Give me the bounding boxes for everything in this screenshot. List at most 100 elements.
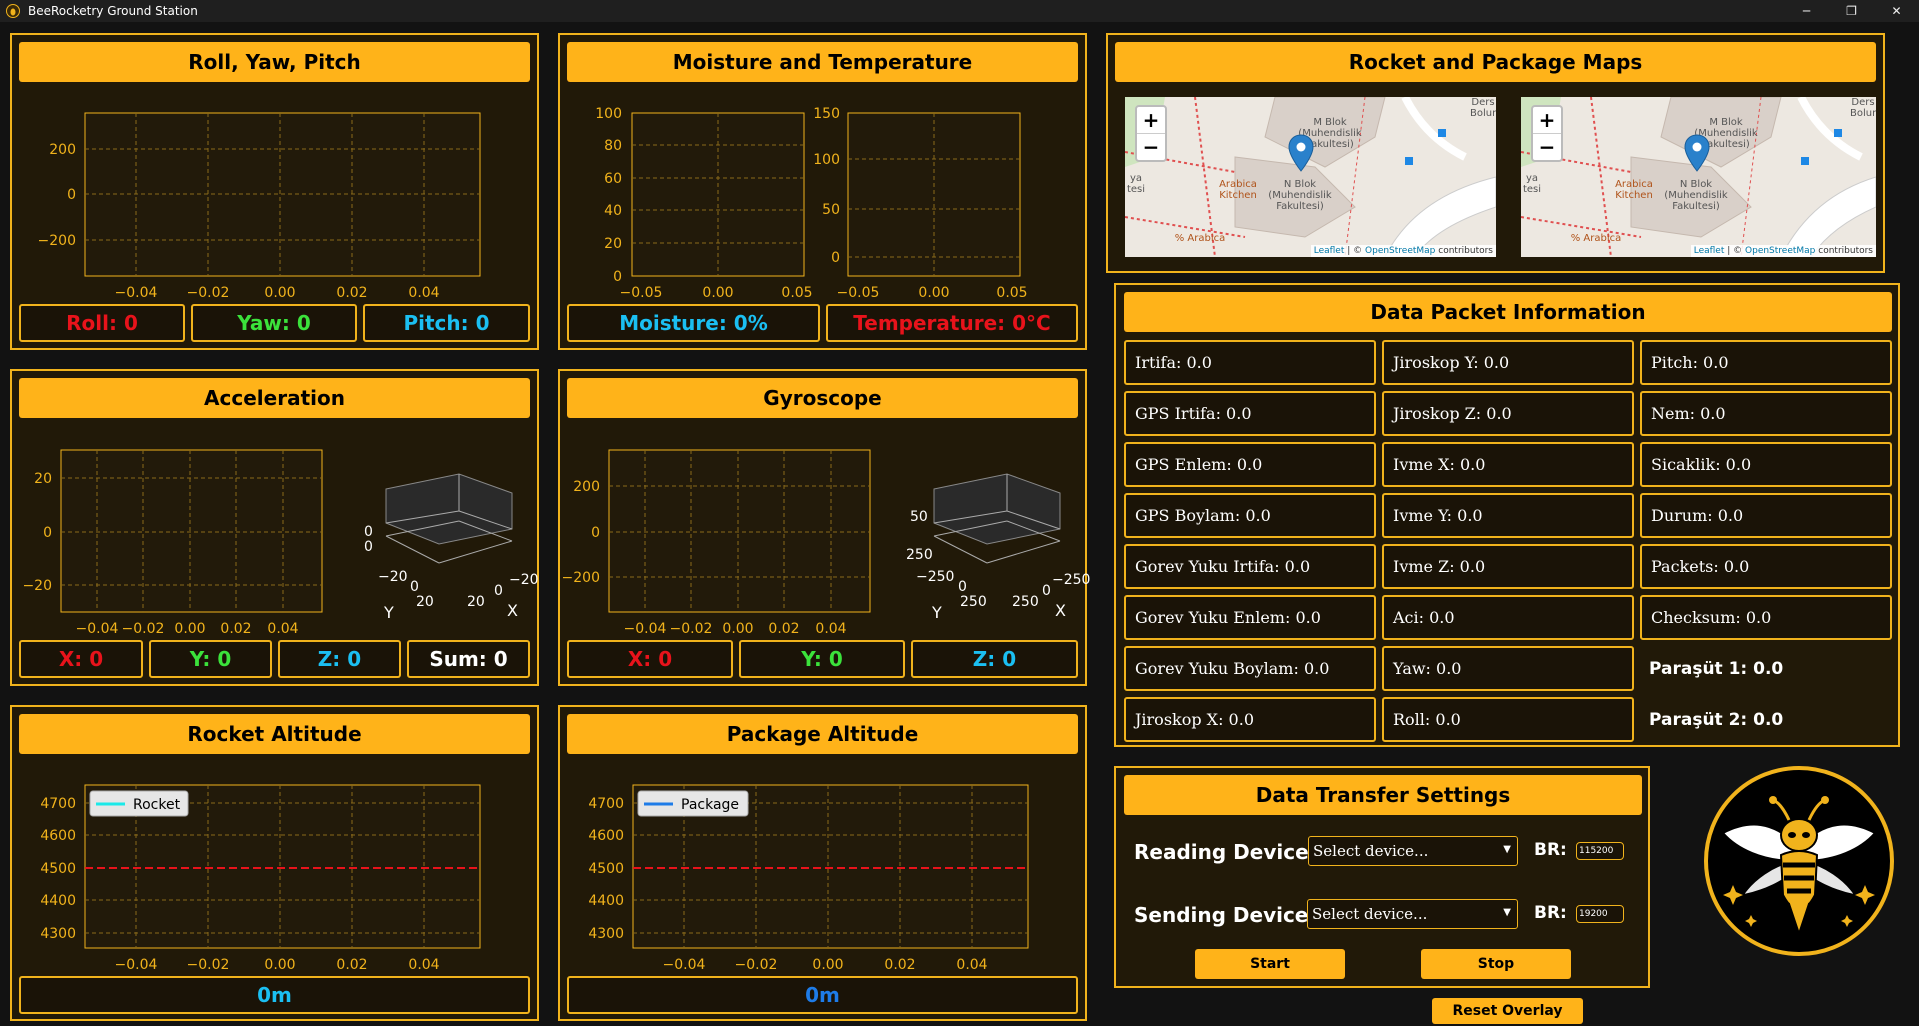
acceleration-xtick: −0.04 [76, 621, 119, 637]
temperature-xtick: 0.05 [996, 285, 1027, 301]
reading-br-input[interactable]: 115200 [1576, 842, 1624, 860]
packet-title: Data Packet Information [1124, 292, 1892, 332]
rpy-xtick: 0.00 [264, 285, 295, 301]
reading-device-label: Reading Device: [1134, 840, 1317, 864]
gyroscope-ytick: −200 [562, 570, 600, 586]
moisture-ytick: 80 [604, 138, 622, 154]
package-altitude-ytick: 4500 [588, 861, 624, 877]
rocket-map-label-nblok: N Blok (Muhendislik Fakultesi) [1268, 179, 1332, 212]
rocket-map-label-arabica: % Arabica [1174, 233, 1226, 244]
close-button[interactable]: ✕ [1874, 0, 1919, 22]
sending-device-select[interactable]: Select device... ▼ [1307, 899, 1518, 929]
gyro-z-value: Z: 0 [911, 640, 1078, 678]
package-map-zoom-out-button[interactable]: − [1533, 134, 1561, 160]
sending-br-label: BR: [1534, 903, 1567, 923]
accel-z-value: Z: 0 [278, 640, 401, 678]
gyroscope-xtick: −0.02 [670, 621, 713, 637]
packet-aci: Aci: 0.0 [1382, 595, 1634, 640]
packet-panel: Data Packet Information Irtifa: 0.0 GPS … [1114, 283, 1900, 747]
gyro-y-value: Y: 0 [739, 640, 905, 678]
rocket-map-attribution-tail: contributors [1435, 246, 1493, 256]
package-map-leaflet-link[interactable]: Leaflet [1694, 246, 1725, 256]
start-button[interactable]: Start [1195, 949, 1345, 979]
yaw-value: Yaw: 0 [191, 304, 357, 342]
moisture-panel: Moisture and Temperature 100 80 60 40 20… [558, 33, 1087, 350]
package-altitude-xtick: 0.02 [884, 957, 915, 973]
maximize-button[interactable]: ❐ [1829, 0, 1874, 22]
packet-irtifa: Irtifa: 0.0 [1124, 340, 1376, 385]
transfer-title: Data Transfer Settings [1124, 775, 1642, 815]
rocket-map-label-ders: Ders Bolum [1470, 97, 1496, 119]
moisture-ytick: 20 [604, 236, 622, 252]
rocket-altitude-panel: Rocket Altitude Rocket 4700 4600 4500 44… [10, 705, 539, 1021]
rocket-altitude-xtick: −0.02 [187, 957, 230, 973]
acceleration-3d-tick: 20 [416, 594, 434, 610]
package-map[interactable]: M Blok (Muhendislik Fakultesi) N Blok (M… [1521, 97, 1876, 257]
rocket-map-zoom-out-button[interactable]: − [1137, 134, 1165, 160]
package-altitude-xtick: 0.04 [956, 957, 987, 973]
package-map-zoom-in-button[interactable]: + [1533, 107, 1561, 134]
package-altitude-ytick: 4700 [588, 796, 624, 812]
rpy-xtick: 0.02 [336, 285, 367, 301]
rpy-ytick: 0 [67, 187, 76, 203]
temperature-value: Temperature: 0°C [826, 304, 1078, 342]
gyroscope-3d-tick: 0 [1042, 583, 1051, 599]
acceleration-3d-tick: 0 [494, 583, 503, 599]
rocket-map-attribution-sep: | © [1344, 246, 1366, 256]
rocket-map[interactable]: M Blok (Muhendislik Fakultesi) N Blok (M… [1125, 97, 1496, 257]
chevron-down-icon: ▼ [1503, 907, 1511, 918]
gyroscope-panel: Gyroscope 200 0 −200 −0.04 −0.02 0.00 0.… [558, 369, 1090, 686]
accel-x-value: X: 0 [19, 640, 143, 678]
packet-sicaklik: Sicaklik: 0.0 [1640, 442, 1892, 487]
rocket-map-attribution: Leaflet | © OpenStreetMap contributors [1310, 245, 1496, 257]
packet-jiroskop-z: Jiroskop Z: 0.0 [1382, 391, 1634, 436]
gyroscope-3d-tick: −250 [1052, 572, 1090, 588]
acceleration-3d-tick: −20 [378, 569, 408, 585]
acceleration-3d-tick: 0 [364, 539, 373, 555]
gyroscope-3d-tick: 50 [910, 509, 928, 525]
sending-device-select-value: Select device... [1312, 905, 1428, 923]
app-icon [6, 4, 20, 18]
package-map-osm-link[interactable]: OpenStreetMap [1745, 246, 1815, 256]
moisture-value: Moisture: 0% [567, 304, 820, 342]
temperature-ytick: 100 [813, 152, 840, 168]
reading-device-select[interactable]: Select device... ▼ [1308, 836, 1518, 866]
packet-checksum: Checksum: 0.0 [1640, 595, 1892, 640]
sending-br-input[interactable]: 19200 [1576, 905, 1624, 923]
package-map-marker-icon[interactable] [1684, 134, 1710, 172]
packet-roll: Roll: 0.0 [1382, 697, 1634, 742]
acceleration-xtick: 0.02 [220, 621, 251, 637]
rocket-map-osm-link[interactable]: OpenStreetMap [1365, 246, 1435, 256]
rocket-altitude-ytick: 4600 [40, 828, 76, 844]
package-map-label-ders: Ders Bolum [1850, 97, 1876, 119]
temperature-xtick: 0.00 [918, 285, 949, 301]
reset-overlay-button[interactable]: Reset Overlay [1432, 998, 1583, 1024]
rocket-map-zoom-in-button[interactable]: + [1137, 107, 1165, 134]
rocket-map-leaflet-link[interactable]: Leaflet [1314, 246, 1345, 256]
acceleration-xtick: 0.04 [267, 621, 298, 637]
acceleration-ytick: 20 [34, 471, 52, 487]
temperature-ytick: 50 [822, 202, 840, 218]
maps-panel: Rocket and Package Maps M Blok (Muhendis… [1106, 33, 1885, 273]
title-bar: BeeRocketry Ground Station ─ ❐ ✕ [0, 0, 1919, 22]
chevron-down-icon: ▼ [1503, 844, 1511, 855]
gyroscope-xtick: 0.02 [768, 621, 799, 637]
rpy-xtick: −0.04 [115, 285, 158, 301]
stop-button[interactable]: Stop [1421, 949, 1571, 979]
gyroscope-3d-tick: 0 [958, 579, 967, 595]
rocket-map-marker-icon[interactable] [1288, 134, 1314, 172]
package-altitude-value: 0m [567, 976, 1078, 1014]
rocket-altitude-ytick: 4500 [40, 861, 76, 877]
gyroscope-ytick: 0 [591, 525, 600, 541]
temperature-xtick: −0.05 [837, 285, 880, 301]
package-map-label-ya: ya tesi [1522, 173, 1542, 195]
minimize-button[interactable]: ─ [1784, 0, 1829, 22]
rpy-xtick: 0.04 [408, 285, 439, 301]
rpy-ytick: −200 [38, 233, 76, 249]
acceleration-xtick: 0.00 [174, 621, 205, 637]
rocket-altitude-ytick: 4300 [40, 926, 76, 942]
rocket-map-zoom-control: + − [1135, 105, 1167, 162]
packet-pitch: Pitch: 0.0 [1640, 340, 1892, 385]
reading-device-select-value: Select device... [1313, 842, 1429, 860]
packet-gps-irtifa: GPS Irtifa: 0.0 [1124, 391, 1376, 436]
